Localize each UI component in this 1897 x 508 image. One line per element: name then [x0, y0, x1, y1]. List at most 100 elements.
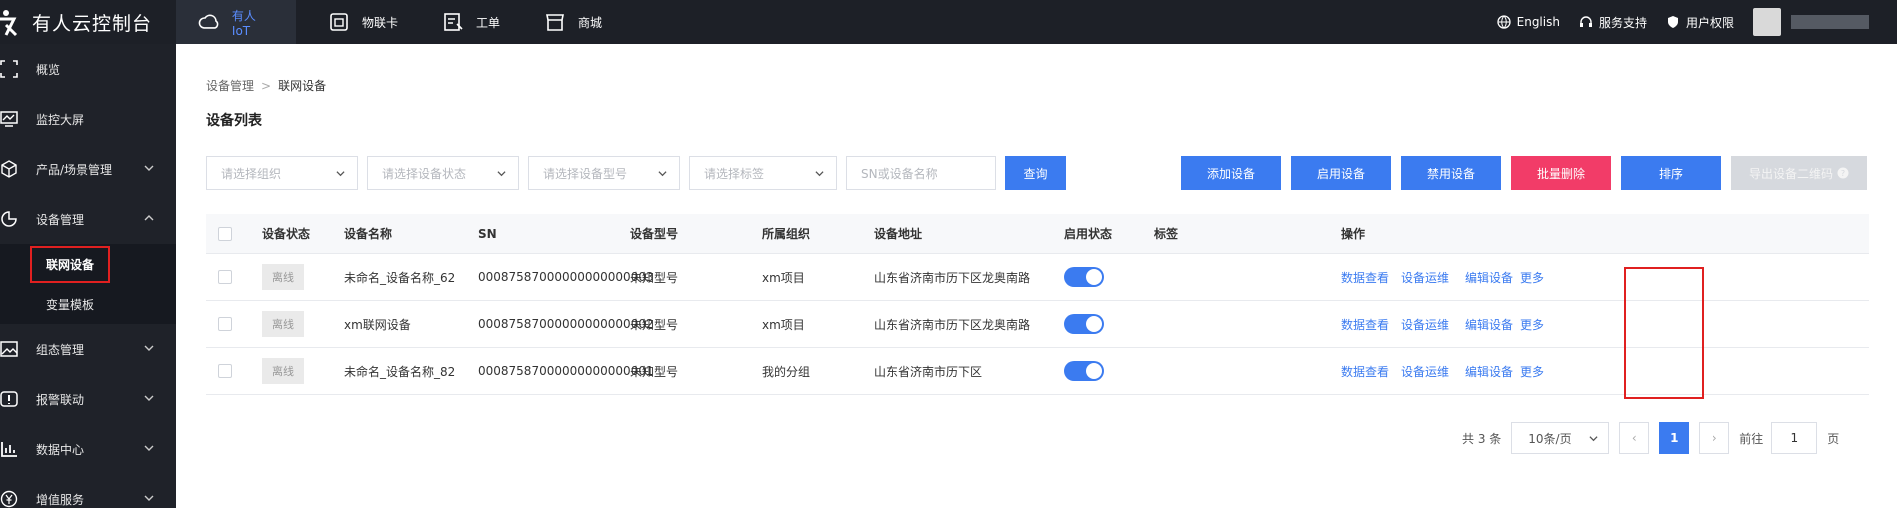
- model-cell: 未知型号: [630, 270, 679, 285]
- model-select[interactable]: 请选择设备型号: [528, 156, 680, 190]
- cloud-icon: [198, 14, 219, 29]
- add-device-button[interactable]: 添加设备: [1181, 156, 1281, 190]
- language-switch[interactable]: English: [1496, 15, 1560, 29]
- sidebar-item-device[interactable]: 设备管理: [0, 194, 176, 244]
- page-title: 设备列表: [206, 113, 262, 129]
- page-size-value: 10条/页: [1528, 431, 1572, 446]
- row-checkbox[interactable]: [218, 364, 232, 378]
- svg-text:?: ?: [1841, 169, 1845, 178]
- status-select[interactable]: 请选择设备状态: [367, 156, 519, 190]
- pagination-total: 共 3 条: [1462, 431, 1502, 446]
- page-size-select[interactable]: 10条/页: [1511, 422, 1610, 454]
- status-cell: 离线: [262, 301, 304, 347]
- more-link[interactable]: 更多: [1520, 269, 1544, 286]
- model-cell: 未知型号: [630, 317, 679, 332]
- sidebar-item-label: 产品/场景管理: [36, 162, 113, 177]
- pagination: 共 3 条 10条/页 ‹ 1 › 前往 1 页: [1462, 422, 1839, 454]
- breadcrumb-parent[interactable]: 设备管理: [206, 79, 254, 93]
- more-link[interactable]: 更多: [1520, 316, 1544, 333]
- name-cell: xm联网设备: [344, 317, 411, 332]
- avatar[interactable]: [1753, 8, 1781, 36]
- edit-device-link[interactable]: 编辑设备: [1465, 363, 1513, 380]
- brand[interactable]: 有人云控制台: [0, 0, 176, 44]
- more-link[interactable]: 更多: [1520, 363, 1544, 380]
- sn-cell: 00087587000000000000001: [478, 364, 654, 378]
- view-data-link[interactable]: 数据查看: [1341, 269, 1389, 286]
- enable-toggle[interactable]: [1064, 314, 1104, 334]
- nav-iot[interactable]: 有人IoT: [176, 0, 296, 44]
- header-cell: 启用状态: [1064, 227, 1113, 241]
- device-table: 设备状态 设备名称 SN 设备型号 所属组织 设备地址 启用状态 标签 操作 离…: [206, 214, 1869, 395]
- name-cell: 未命名_设备名称_62: [344, 270, 456, 285]
- enable-cell: [1064, 301, 1104, 347]
- sn-cell: 00087587000000000000003: [478, 270, 654, 284]
- maintain-link[interactable]: 设备运维: [1401, 269, 1449, 286]
- sidebar-item-label: 组态管理: [36, 342, 85, 357]
- nav-ticket[interactable]: 工单: [420, 0, 522, 44]
- table-row: 离线 未命名_设备名称_62 00087587000000000000003 未…: [206, 254, 1869, 301]
- top-bar: 有人云控制台 有人IoT 物联卡 工单 商城 English 服务支持 用户权限: [0, 0, 1897, 44]
- nav-ticket-label: 工单: [476, 15, 501, 30]
- row-checkbox[interactable]: [218, 270, 232, 284]
- sidebar-subitem-connected-devices[interactable]: 联网设备: [0, 244, 176, 284]
- view-data-link[interactable]: 数据查看: [1341, 363, 1389, 380]
- row-checkbox[interactable]: [218, 317, 232, 331]
- prev-page-button[interactable]: ‹: [1619, 422, 1650, 454]
- row-select: [218, 254, 232, 300]
- sidebar-item-label: 增值服务: [36, 492, 85, 507]
- header-cell: 标签: [1154, 227, 1179, 241]
- sidebar-item-product[interactable]: 产品/场景管理: [0, 144, 176, 194]
- username[interactable]: [1791, 15, 1869, 29]
- disable-device-button[interactable]: 禁用设备: [1401, 156, 1501, 190]
- view-data-link[interactable]: 数据查看: [1341, 316, 1389, 333]
- org-cell: 我的分组: [762, 364, 811, 379]
- tag-select[interactable]: 请选择标签: [689, 156, 837, 190]
- edit-device-link[interactable]: 编辑设备: [1465, 316, 1513, 333]
- chevron-down-icon: [144, 165, 154, 171]
- select-all-checkbox[interactable]: [218, 226, 232, 241]
- batch-delete-button[interactable]: 批量删除: [1511, 156, 1611, 190]
- enable-cell: [1064, 254, 1104, 300]
- enable-toggle[interactable]: [1064, 267, 1104, 287]
- maintain-link[interactable]: 设备运维: [1401, 316, 1449, 333]
- page-number[interactable]: 1: [1659, 422, 1690, 454]
- header-cell: SN: [478, 226, 497, 241]
- sidebar-item-label: 报警联动: [36, 392, 85, 407]
- nav-sim[interactable]: 物联卡: [306, 0, 420, 44]
- permission-label: 用户权限: [1685, 15, 1734, 30]
- sidebar-subitem-variable-templates[interactable]: 变量模板: [0, 284, 176, 324]
- next-page-button[interactable]: ›: [1699, 422, 1730, 454]
- nav-store[interactable]: 商城: [522, 0, 624, 44]
- top-right: English 服务支持 用户权限: [1496, 0, 1897, 44]
- permission-link[interactable]: 用户权限: [1666, 14, 1734, 31]
- sidebar-item-configuration[interactable]: 组态管理: [0, 324, 176, 374]
- support-link[interactable]: 服务支持: [1579, 14, 1647, 31]
- maintain-highlight-box: [1624, 267, 1704, 399]
- export-qr-button[interactable]: 导出设备二维码 ?: [1731, 156, 1867, 190]
- enable-device-button[interactable]: 启用设备: [1291, 156, 1391, 190]
- sort-button[interactable]: 排序: [1621, 156, 1721, 190]
- header-select-all: [218, 214, 232, 253]
- bar-chart-icon: [1, 442, 17, 457]
- sidebar-item-data-center[interactable]: 数据中心: [0, 424, 176, 474]
- goto-input[interactable]: 1: [1771, 422, 1818, 454]
- sidebar: 概览 监控大屏 产品/场景管理 设备管理 联网设备 变量模板 组态管理 报警联动…: [0, 44, 176, 508]
- sidebar-item-alarm[interactable]: 报警联动: [0, 374, 176, 424]
- search-input[interactable]: SN或设备名称: [846, 156, 996, 190]
- breadcrumb-current: 联网设备: [278, 79, 327, 93]
- edit-device-link[interactable]: 编辑设备: [1465, 269, 1513, 286]
- org-select[interactable]: 请选择组织: [206, 156, 358, 190]
- header-cell: 设备名称: [344, 227, 393, 241]
- ops-cell: 数据查看 设备运维 编辑设备 更多: [1341, 301, 1554, 347]
- maintain-link[interactable]: 设备运维: [1401, 363, 1449, 380]
- sidebar-item-value-added[interactable]: 增值服务: [0, 474, 176, 508]
- breadcrumb-separator: >: [261, 79, 272, 93]
- status-badge: 离线: [262, 311, 304, 337]
- sidebar-item-label: 监控大屏: [36, 112, 85, 127]
- sidebar-item-monitor[interactable]: 监控大屏: [0, 94, 176, 144]
- sidebar-item-overview[interactable]: 概览: [0, 44, 176, 94]
- app-title: 有人云控制台: [32, 12, 153, 35]
- query-button[interactable]: 查询: [1005, 156, 1066, 190]
- enable-toggle[interactable]: [1064, 361, 1104, 381]
- help-icon: ?: [1837, 167, 1849, 179]
